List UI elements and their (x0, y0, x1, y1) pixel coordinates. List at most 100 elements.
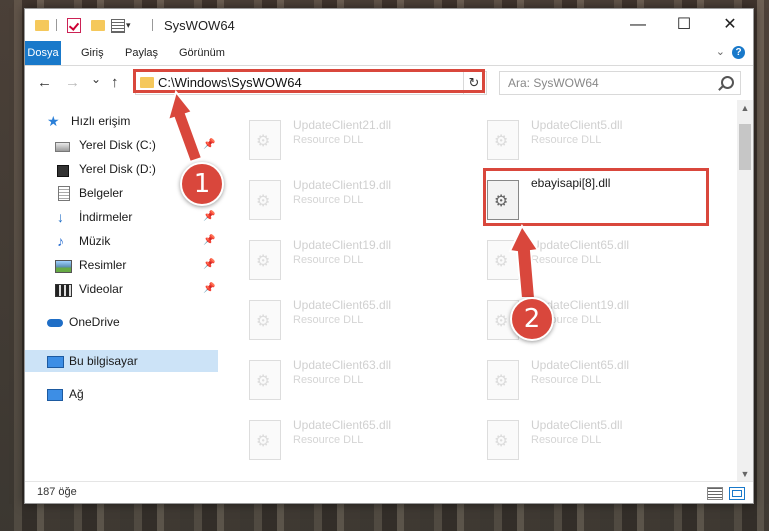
dll-file-icon (249, 420, 281, 460)
file-type: Resource DLL (293, 434, 364, 446)
file-type: Resource DLL (531, 254, 602, 266)
sidebar-item-label: Videolar (79, 282, 123, 296)
help-icon[interactable]: ? (732, 46, 745, 59)
file-type: Resource DLL (293, 134, 364, 146)
list-item[interactable]: UpdateClient65.dll Resource DLL (241, 412, 471, 464)
step-1-badge: 1 (180, 162, 224, 206)
ribbon-tabs: Dosya Giriş Paylaş Görünüm ⌄ ? (25, 41, 753, 66)
file-name: UpdateClient5.dll (531, 118, 623, 132)
sidebar-item-onedrive[interactable]: OneDrive (25, 311, 218, 333)
pin-icon: 📌 (203, 283, 216, 294)
sidebar-item-label: İndirmeler (79, 210, 133, 224)
tab-share[interactable]: Paylaş (115, 41, 168, 65)
list-item[interactable]: UpdateClient19.dll Resource DLL (241, 172, 471, 224)
sidebar-item-label: Ağ (69, 387, 84, 401)
expand-ribbon-chevron-icon[interactable]: ⌄ (716, 45, 725, 58)
file-type: Resource DLL (531, 374, 602, 386)
file-name: UpdateClient65.dll (293, 298, 392, 312)
file-name: UpdateClient21.dll (293, 118, 392, 132)
step-2-badge: 2 (510, 297, 554, 341)
dll-file-icon (487, 360, 519, 400)
tab-view[interactable]: Görünüm (169, 41, 235, 65)
list-item[interactable]: UpdateClient19.dll Resource DLL (241, 232, 471, 284)
sidebar-item-quick-access[interactable]: ★ Hızlı erişim (25, 110, 218, 132)
file-type: Resource DLL (293, 374, 364, 386)
sidebar-item-label: Yerel Disk (D:) (79, 162, 156, 176)
list-item[interactable]: UpdateClient21.dll Resource DLL (241, 112, 471, 164)
recent-locations-button[interactable]: ⌄ (91, 72, 101, 86)
vertical-scrollbar[interactable]: ▲ ▼ (737, 100, 753, 482)
forward-button[interactable]: → (65, 74, 80, 91)
sidebar-item-label: Hızlı erişim (71, 114, 131, 128)
maximize-button[interactable]: ☐ (661, 9, 707, 41)
quick-access-properties-icon[interactable] (111, 19, 125, 33)
file-name: UpdateClient63.dll (293, 358, 392, 372)
scrollbar-thumb[interactable] (739, 124, 751, 170)
file-type: Resource DLL (293, 254, 364, 266)
pin-icon: 📌 (203, 235, 216, 246)
item-count: 187 öğe (37, 486, 77, 498)
sidebar-item-label: Yerel Disk (C:) (79, 138, 156, 152)
scroll-down-icon[interactable]: ▼ (737, 466, 753, 482)
tiles-view-icon[interactable] (729, 487, 745, 500)
new-folder-icon[interactable] (91, 20, 105, 31)
computer-icon (47, 356, 64, 368)
details-view-icon[interactable] (707, 487, 723, 500)
window-title: SysWOW64 (164, 18, 235, 33)
file-name: UpdateClient65.dll (531, 238, 630, 252)
back-button[interactable]: ← (37, 74, 52, 91)
sidebar-item-pictures[interactable]: Resimler 📌 (25, 254, 218, 276)
file-name: UpdateClient65.dll (531, 358, 630, 372)
status-bar: 187 öğe (25, 481, 753, 503)
sidebar-item-local-disk-c[interactable]: Yerel Disk (C:) 📌 (25, 134, 218, 156)
tab-home[interactable]: Giriş (71, 41, 114, 65)
list-item[interactable]: UpdateClient65.dll Resource DLL (241, 292, 471, 344)
scroll-up-icon[interactable]: ▲ (737, 100, 753, 116)
up-button[interactable]: ↑ (111, 74, 119, 91)
address-highlight-box (133, 69, 485, 93)
dll-file-icon (249, 360, 281, 400)
search-input[interactable]: Ara: SysWOW64 (508, 76, 599, 90)
dll-file-icon (487, 120, 519, 160)
file-list: UpdateClient21.dll Resource DLL UpdateCl… (219, 106, 737, 482)
drive-icon (55, 142, 70, 152)
sidebar-item-videos[interactable]: Videolar 📌 (25, 278, 218, 300)
sidebar-item-label: Müzik (79, 234, 111, 248)
search-icon[interactable] (721, 76, 734, 89)
music-icon: ♪ (57, 233, 64, 249)
list-item[interactable]: UpdateClient5.dll Resource DLL (479, 112, 709, 164)
file-name: UpdateClient19.dll (293, 238, 392, 252)
file-type: Resource DLL (531, 134, 602, 146)
pin-icon: 📌 (203, 259, 216, 270)
list-item[interactable]: UpdateClient5.dll Resource DLL (479, 412, 709, 464)
video-icon (55, 284, 72, 297)
sidebar-item-this-pc[interactable]: Bu bilgisayar (25, 350, 218, 372)
close-button[interactable]: ✕ (707, 9, 753, 41)
file-name: UpdateClient5.dll (531, 418, 623, 432)
sidebar-item-music[interactable]: ♪ Müzik 📌 (25, 230, 218, 252)
sidebar-item-downloads[interactable]: ↓ İndirmeler 📌 (25, 206, 218, 228)
tab-file[interactable]: Dosya (25, 41, 61, 65)
pin-icon: 📌 (203, 139, 216, 150)
list-item[interactable]: UpdateClient65.dll Resource DLL (479, 352, 709, 404)
cloud-icon (47, 319, 63, 327)
properties-check-icon[interactable] (67, 18, 81, 33)
search-box[interactable]: Ara: SysWOW64 (499, 71, 741, 95)
sidebar-item-label: Bu bilgisayar (69, 354, 138, 368)
file-name: UpdateClient65.dll (293, 418, 392, 432)
dll-file-icon (249, 240, 281, 280)
sidebar-item-network[interactable]: Ağ (25, 383, 218, 405)
explorer-window: ▾ SysWOW64 — ☐ ✕ Dosya Giriş Paylaş Görü… (24, 8, 754, 504)
quick-access-dropdown-icon[interactable]: ▾ (126, 20, 131, 36)
dll-file-icon (249, 300, 281, 340)
sidebar-item-label: Resimler (79, 258, 127, 272)
navigation-pane: ★ Hızlı erişim Yerel Disk (C:) 📌 Yerel D… (25, 106, 218, 481)
pictures-icon (55, 260, 72, 273)
list-item[interactable]: UpdateClient63.dll Resource DLL (241, 352, 471, 404)
star-icon: ★ (47, 113, 60, 129)
toolbar-separator (56, 19, 57, 31)
navigation-bar: ← → ⌄ ↑ C:\Windows\SysWOW64 ⌄ ↻ Ara: Sys… (25, 66, 753, 100)
list-item[interactable]: UpdateClient65.dll Resource DLL (479, 232, 709, 284)
minimize-button[interactable]: — (615, 9, 661, 41)
title-separator (152, 19, 153, 31)
